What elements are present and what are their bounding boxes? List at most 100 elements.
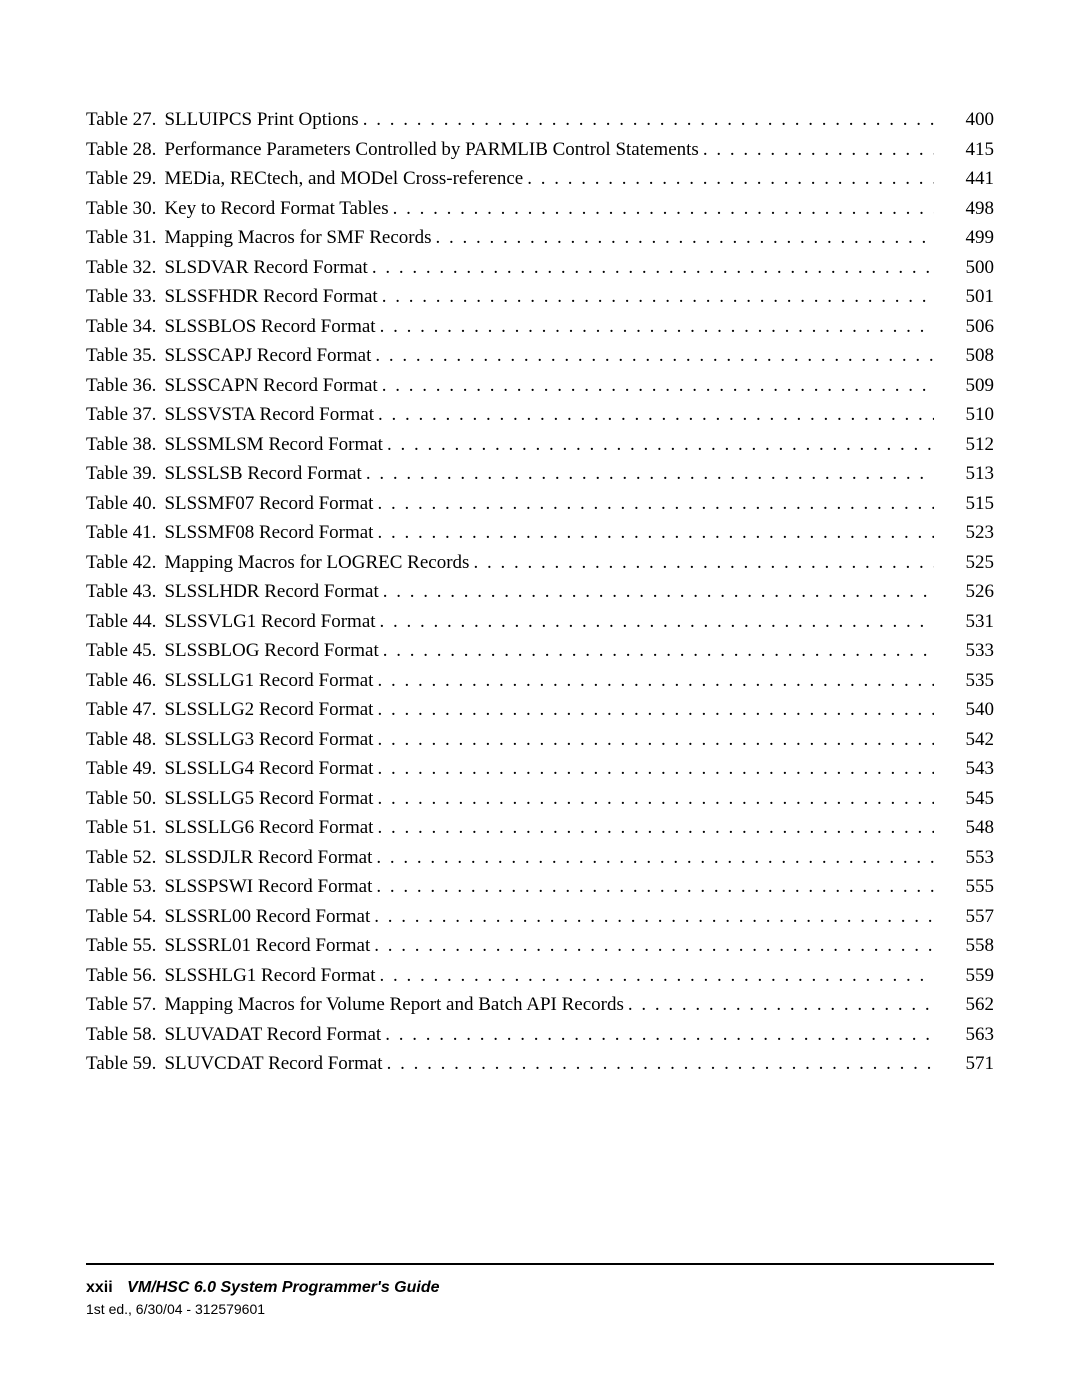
toc-label: Table 50. (86, 789, 164, 808)
toc-row: Table 51.SLSSLLG6 Record Format548 (86, 818, 994, 837)
toc-label: Table 33. (86, 287, 164, 306)
toc-leader-dots (523, 169, 934, 188)
toc-label: Table 30. (86, 199, 164, 218)
toc-page-number: 512 (934, 435, 994, 454)
toc-leader-dots (381, 1025, 934, 1044)
toc-leader-dots (389, 199, 934, 218)
toc-label: Table 46. (86, 671, 164, 690)
toc-label: Table 27. (86, 110, 164, 129)
toc-page-number: 553 (934, 848, 994, 867)
toc-label: Table 36. (86, 376, 164, 395)
toc-page-number: 533 (934, 641, 994, 660)
toc-title: SLSSRL01 Record Format (164, 936, 370, 955)
toc-page-number: 498 (934, 199, 994, 218)
toc-leader-dots (373, 818, 934, 837)
toc-leader-dots (383, 435, 934, 454)
toc-label: Table 37. (86, 405, 164, 424)
toc-leader-dots (379, 641, 934, 660)
toc-row: Table 52.SLSSDJLR Record Format553 (86, 848, 994, 867)
toc-label: Table 56. (86, 966, 164, 985)
toc-leader-dots (379, 582, 934, 601)
toc-title: SLSSFHDR Record Format (164, 287, 377, 306)
toc-title: SLUVADAT Record Format (164, 1025, 381, 1044)
toc-label: Table 48. (86, 730, 164, 749)
toc-label: Table 55. (86, 936, 164, 955)
toc-label: Table 42. (86, 553, 164, 572)
toc-row: Table 43.SLSSLHDR Record Format526 (86, 582, 994, 601)
toc-leader-dots (376, 317, 934, 336)
toc-label: Table 54. (86, 907, 164, 926)
toc-label: Table 32. (86, 258, 164, 277)
toc-row: Table 58.SLUVADAT Record Format563 (86, 1025, 994, 1044)
toc-label: Table 31. (86, 228, 164, 247)
toc-title: Key to Record Format Tables (164, 199, 388, 218)
toc-row: Table 29.MEDia, RECtech, and MODel Cross… (86, 169, 994, 188)
toc-page-number: 531 (934, 612, 994, 631)
toc-title: SLSSRL00 Record Format (164, 907, 370, 926)
toc-page-number: 501 (934, 287, 994, 306)
toc-page-number: 513 (934, 464, 994, 483)
toc-row: Table 56.SLSSHLG1 Record Format559 (86, 966, 994, 985)
toc-label: Table 59. (86, 1054, 164, 1073)
toc-page-number: 562 (934, 995, 994, 1014)
toc-title: Performance Parameters Controlled by PAR… (164, 140, 698, 159)
toc-leader-dots (469, 553, 934, 572)
toc-leader-dots (359, 110, 934, 129)
toc-leader-dots (368, 258, 934, 277)
toc-title: SLSSLLG3 Record Format (164, 730, 373, 749)
toc-row: Table 33.SLSSFHDR Record Format 501 (86, 287, 994, 306)
toc-page-number: 400 (934, 110, 994, 129)
toc-label: Table 49. (86, 759, 164, 778)
toc-title: SLSSCAPN Record Format (164, 376, 377, 395)
toc-row: Table 53.SLSSPSWI Record Format555 (86, 877, 994, 896)
toc-page-number: 543 (934, 759, 994, 778)
footer-guide-title: VM/HSC 6.0 System Programmer's Guide (127, 1279, 439, 1296)
footer-edition: 1st ed., 6/30/04 - 312579601 (86, 1301, 994, 1317)
toc-page-number: 509 (934, 376, 994, 395)
toc-leader-dots (372, 848, 934, 867)
toc-row: Table 27.SLLUIPCS Print Options 400 (86, 110, 994, 129)
toc-label: Table 35. (86, 346, 164, 365)
toc-page-number: 506 (934, 317, 994, 336)
toc-title: MEDia, RECtech, and MODel Cross-referenc… (164, 169, 523, 188)
toc-leader-dots (383, 1054, 934, 1073)
toc-leader-dots (699, 140, 934, 159)
toc-title: SLSSCAPJ Record Format (164, 346, 371, 365)
toc-leader-dots (373, 494, 934, 513)
toc-label: Table 39. (86, 464, 164, 483)
toc-page-number: 557 (934, 907, 994, 926)
toc-label: Table 52. (86, 848, 164, 867)
toc-row: Table 35.SLSSCAPJ Record Format508 (86, 346, 994, 365)
toc-label: Table 58. (86, 1025, 164, 1044)
toc-title: SLSSLLG5 Record Format (164, 789, 373, 808)
toc-title: Mapping Macros for Volume Report and Bat… (164, 995, 623, 1014)
toc-title: SLSSVSTA Record Format (164, 405, 374, 424)
toc-row: Table 45.SLSSBLOG Record Format533 (86, 641, 994, 660)
toc-leader-dots (372, 877, 934, 896)
toc-row: Table 38.SLSSMLSM Record Format 512 (86, 435, 994, 454)
toc-label: Table 47. (86, 700, 164, 719)
toc-row: Table 49.SLSSLLG4 Record Format543 (86, 759, 994, 778)
toc-label: Table 38. (86, 435, 164, 454)
toc-page-number: 500 (934, 258, 994, 277)
toc-title: SLSSHLG1 Record Format (164, 966, 375, 985)
toc-title: SLSSLHDR Record Format (164, 582, 378, 601)
toc-leader-dots (624, 995, 934, 1014)
toc-title: SLSSMLSM Record Format (164, 435, 383, 454)
toc-leader-dots (376, 966, 934, 985)
toc-label: Table 44. (86, 612, 164, 631)
toc-row: Table 57.Mapping Macros for Volume Repor… (86, 995, 994, 1014)
toc-title: SLSSBLOS Record Format (164, 317, 375, 336)
toc-row: Table 31.Mapping Macros for SMF Records4… (86, 228, 994, 247)
toc-row: Table 32.SLSDVAR Record Format500 (86, 258, 994, 277)
toc-page-number: 523 (934, 523, 994, 542)
toc-title: SLUVCDAT Record Format (164, 1054, 382, 1073)
toc-page-number: 510 (934, 405, 994, 424)
toc-title: SLSSMF08 Record Format (164, 523, 373, 542)
toc-leader-dots (378, 287, 934, 306)
toc-title: Mapping Macros for LOGREC Records (164, 553, 469, 572)
toc-title: SLLUIPCS Print Options (164, 110, 358, 129)
toc-title: SLSSLSB Record Format (164, 464, 361, 483)
footer-page-number: xxii (86, 1279, 113, 1296)
toc-row: Table 34.SLSSBLOS Record Format506 (86, 317, 994, 336)
